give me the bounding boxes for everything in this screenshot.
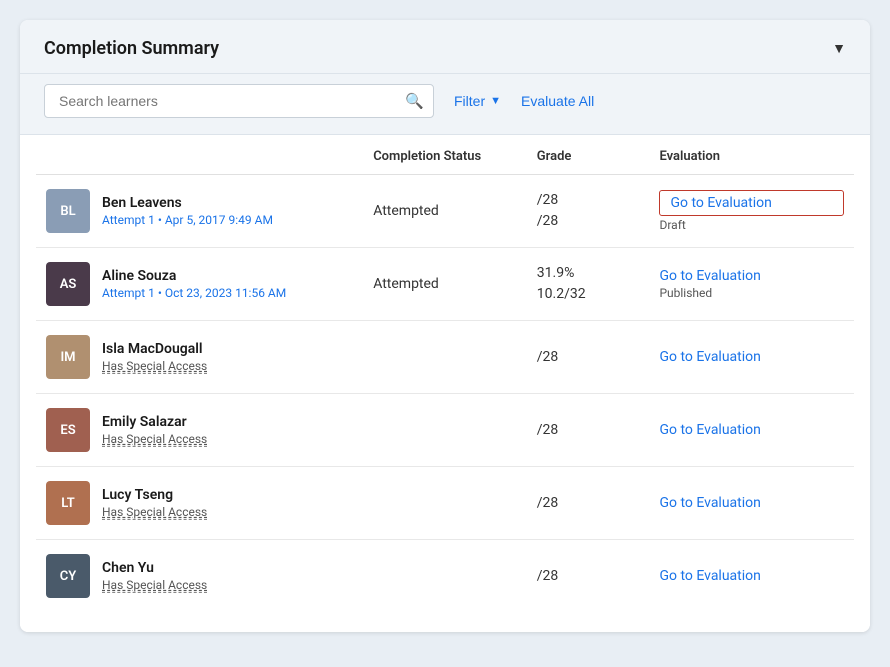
evaluation-cell: Go to Evaluation	[649, 467, 854, 540]
evaluation-cell: Go to Evaluation	[649, 540, 854, 613]
go-to-evaluation-link[interactable]: Go to Evaluation	[659, 268, 844, 284]
filter-button[interactable]: Filter ▼	[454, 93, 501, 109]
avatar: LT	[46, 481, 90, 525]
learners-table: Completion Status Grade Evaluation BL Ben…	[36, 135, 854, 612]
learner-attempt: Attempt 1 • Apr 5, 2017 9:49 AM	[102, 213, 273, 227]
go-to-evaluation-link[interactable]: Go to Evaluation	[659, 349, 760, 365]
filter-label: Filter	[454, 93, 485, 109]
completion-status	[363, 321, 527, 394]
table-container: Completion Status Grade Evaluation BL Ben…	[20, 135, 870, 632]
learner-full-name: Aline Souza	[102, 268, 286, 284]
evaluation-cell: Go to Evaluation Draft	[649, 175, 854, 248]
chevron-down-icon[interactable]: ▼	[832, 40, 846, 57]
evaluation-cell: Go to Evaluation	[649, 321, 854, 394]
table-row: LT Lucy Tseng Has Special Access/28 Go to E…	[36, 467, 854, 540]
completion-status	[363, 394, 527, 467]
learner-name-cell: IM Isla MacDougall Has Special Access	[36, 321, 363, 394]
eval-status-text: Published	[659, 286, 844, 300]
completion-status: Attempted	[363, 248, 527, 321]
learner-full-name: Ben Leavens	[102, 195, 273, 211]
search-input[interactable]	[44, 84, 434, 118]
col-header-name	[36, 135, 363, 175]
grade-value: /28	[527, 467, 650, 540]
learner-name-cell: AS Aline Souza Attempt 1 • Oct 23, 2023 11…	[36, 248, 363, 321]
grade-value: /28	[527, 321, 650, 394]
col-header-grade: Grade	[527, 135, 650, 175]
evaluation-cell: Go to Evaluation	[649, 394, 854, 467]
special-access-badge: Has Special Access	[102, 578, 207, 593]
table-row: AS Aline Souza Attempt 1 • Oct 23, 2023 11…	[36, 248, 854, 321]
evaluate-all-label: Evaluate All	[521, 93, 594, 109]
completion-status	[363, 467, 527, 540]
table-row: BL Ben Leavens Attempt 1 • Apr 5, 2017 9:4…	[36, 175, 854, 248]
special-access-badge: Has Special Access	[102, 359, 207, 374]
table-row: ES Emily Salazar Has Special Access/28 Go t…	[36, 394, 854, 467]
special-access-badge: Has Special Access	[102, 505, 207, 520]
learner-full-name: Emily Salazar	[102, 414, 207, 430]
learner-attempt: Attempt 1 • Oct 23, 2023 11:56 AM	[102, 286, 286, 300]
learner-name-cell: LT Lucy Tseng Has Special Access	[36, 467, 363, 540]
avatar: AS	[46, 262, 90, 306]
filter-chevron-icon: ▼	[490, 95, 501, 107]
evaluate-all-button[interactable]: Evaluate All	[521, 93, 594, 109]
evaluation-cell: Go to Evaluation Published	[649, 248, 854, 321]
learner-full-name: Isla MacDougall	[102, 341, 207, 357]
eval-status-text: Draft	[659, 218, 844, 232]
go-to-evaluation-link[interactable]: Go to Evaluation	[659, 190, 844, 216]
search-wrap: 🔍	[44, 84, 434, 118]
go-to-evaluation-link[interactable]: Go to Evaluation	[659, 568, 760, 584]
avatar: CY	[46, 554, 90, 598]
completion-status	[363, 540, 527, 613]
avatar: ES	[46, 408, 90, 452]
grade-value: 31.9%10.2/32	[527, 248, 650, 321]
col-header-evaluation: Evaluation	[649, 135, 854, 175]
table-row: CY Chen Yu Has Special Access/28 Go to Eval…	[36, 540, 854, 613]
table-header-row: Completion Status Grade Evaluation	[36, 135, 854, 175]
completion-status: Attempted	[363, 175, 527, 248]
go-to-evaluation-link[interactable]: Go to Evaluation	[659, 422, 760, 438]
learner-full-name: Chen Yu	[102, 560, 207, 576]
learner-name-cell: CY Chen Yu Has Special Access	[36, 540, 363, 613]
panel-title: Completion Summary	[44, 38, 219, 59]
learner-name-cell: ES Emily Salazar Has Special Access	[36, 394, 363, 467]
learner-name-cell: BL Ben Leavens Attempt 1 • Apr 5, 2017 9:4…	[36, 175, 363, 248]
grade-value: /28/28	[527, 175, 650, 248]
panel-header: Completion Summary ▼	[20, 20, 870, 74]
special-access-badge: Has Special Access	[102, 432, 207, 447]
toolbar: 🔍 Filter ▼ Evaluate All	[20, 74, 870, 135]
avatar: BL	[46, 189, 90, 233]
avatar: IM	[46, 335, 90, 379]
completion-summary-panel: Completion Summary ▼ 🔍 Filter ▼ Evaluate…	[20, 20, 870, 632]
grade-value: /28	[527, 394, 650, 467]
table-row: IM Isla MacDougall Has Special Access/28 Go…	[36, 321, 854, 394]
learner-full-name: Lucy Tseng	[102, 487, 207, 503]
col-header-status: Completion Status	[363, 135, 527, 175]
grade-value: /28	[527, 540, 650, 613]
go-to-evaluation-link[interactable]: Go to Evaluation	[659, 495, 760, 511]
